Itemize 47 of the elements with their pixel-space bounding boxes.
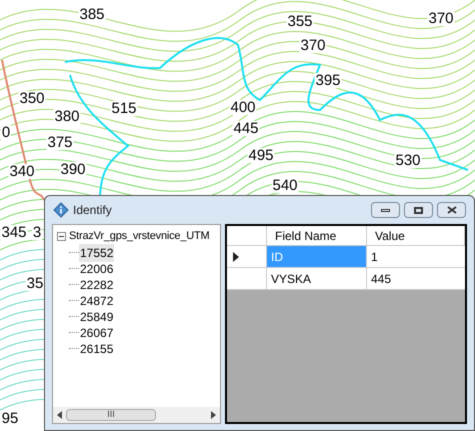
contour-label: 495 xyxy=(247,148,275,163)
close-icon xyxy=(446,206,456,214)
contour-label: 380 xyxy=(53,109,81,124)
horizontal-scrollbar[interactable]: III xyxy=(53,407,220,423)
contour-label: 0 xyxy=(0,125,12,140)
contour-label: 95 xyxy=(0,411,20,426)
contour-label: 340 xyxy=(8,164,36,179)
contour-label: 445 xyxy=(232,121,260,136)
scroll-right-icon[interactable] xyxy=(211,411,216,419)
scroll-left-icon[interactable] xyxy=(57,411,62,419)
contour-label: 370 xyxy=(427,11,455,26)
contour-label: 395 xyxy=(314,73,342,88)
minimize-button[interactable] xyxy=(371,202,400,218)
contour-label: 400 xyxy=(229,100,257,115)
scrollbar-thumb[interactable]: III xyxy=(66,409,156,421)
contour-label: 390 xyxy=(59,162,87,177)
current-row-icon xyxy=(233,252,239,262)
contour-label: 375 xyxy=(46,135,74,150)
tree-item[interactable]: 22282 xyxy=(79,276,114,294)
table-cell: ID xyxy=(267,246,367,267)
window-title: Identify xyxy=(73,202,112,219)
maximize-button[interactable] xyxy=(404,202,433,218)
contour-label: 3 xyxy=(32,225,42,240)
tree-item[interactable]: 25849 xyxy=(79,308,114,326)
table-cell-text: 445 xyxy=(370,270,392,288)
tree-item[interactable]: 26155 xyxy=(79,340,114,358)
contour-label: 370 xyxy=(299,38,327,53)
column-header[interactable]: Field Name xyxy=(267,226,367,245)
contour-label: 540 xyxy=(271,178,299,193)
collapse-icon[interactable] xyxy=(57,232,66,241)
contour-label: 515 xyxy=(110,101,138,116)
close-button[interactable] xyxy=(437,202,466,218)
table-cell: VYSKA xyxy=(267,268,367,289)
column-header[interactable]: Value xyxy=(367,226,465,245)
contour-label: 35 xyxy=(26,276,44,291)
contour-label: 350 xyxy=(18,91,46,106)
tree-item[interactable]: StrazVr_gps_vrstevnice_UTM xyxy=(69,228,210,244)
contour-label: 355 xyxy=(286,14,314,29)
tree-item[interactable]: 22006 xyxy=(79,260,114,278)
info-diamond-icon xyxy=(53,202,69,218)
tree-item[interactable]: 26067 xyxy=(79,324,114,342)
contour-label: 530 xyxy=(394,153,422,168)
tree-item[interactable]: 24872 xyxy=(79,292,114,310)
table-cell-text: 1 xyxy=(370,248,379,266)
contour-label: 345 xyxy=(0,225,28,240)
contour-label: 385 xyxy=(78,7,106,22)
tree-item[interactable]: 17552 xyxy=(79,244,114,262)
